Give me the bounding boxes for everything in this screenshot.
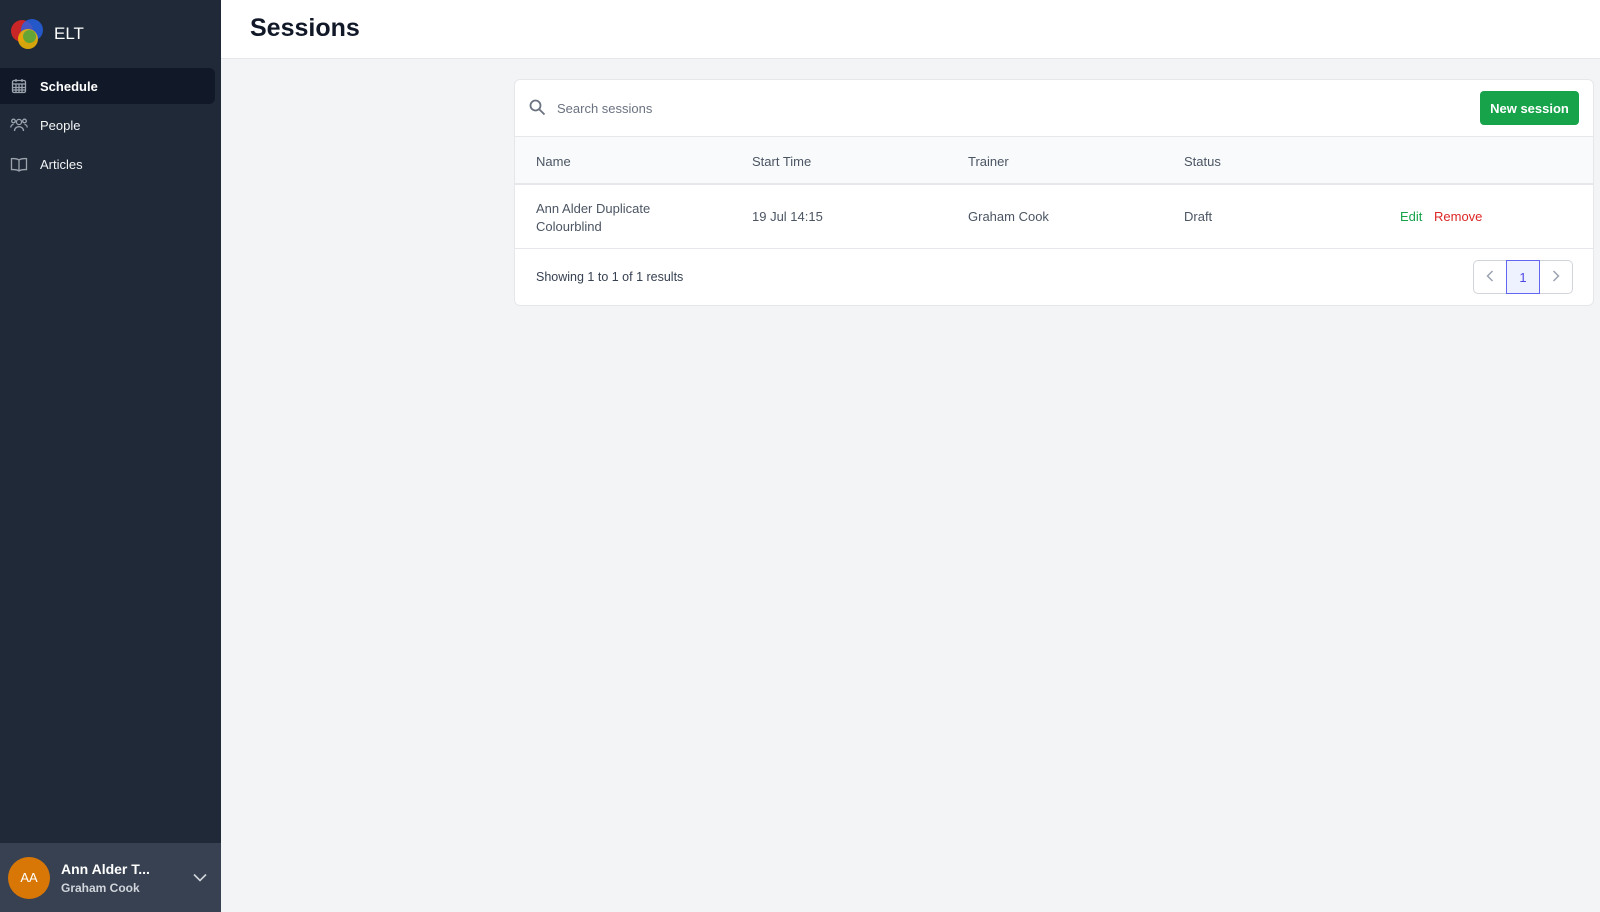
remove-link[interactable]: Remove xyxy=(1434,209,1482,224)
toolbar: New session xyxy=(515,80,1593,137)
session-name: Ann Alder Duplicate Colourblind xyxy=(536,201,651,234)
column-header-start-time[interactable]: Start Time xyxy=(752,154,811,169)
brand[interactable]: ELT xyxy=(10,18,84,50)
sessions-card: New session Name Start Time Trainer Stat… xyxy=(514,79,1594,306)
user-menu[interactable]: AA Ann Alder T... Graham Cook xyxy=(0,843,221,912)
user-subtitle: Graham Cook xyxy=(61,880,140,895)
edit-link[interactable]: Edit xyxy=(1400,209,1422,224)
session-trainer: Graham Cook xyxy=(968,209,1049,224)
chevron-left-icon xyxy=(1486,269,1494,285)
sidebar-item-schedule[interactable]: Schedule xyxy=(0,68,215,104)
page-button-current[interactable]: 1 xyxy=(1506,260,1540,294)
chevron-down-icon[interactable] xyxy=(193,869,207,887)
app-logo xyxy=(10,18,44,50)
sidebar: ELT Schedule People Articles AA Ann Alde… xyxy=(0,0,221,912)
sidebar-item-label: Schedule xyxy=(40,78,98,94)
page-title: Sessions xyxy=(250,14,360,42)
pagination: 1 xyxy=(1473,260,1573,294)
next-page-button[interactable] xyxy=(1539,260,1573,294)
column-header-trainer[interactable]: Trainer xyxy=(968,154,1009,169)
user-info: Ann Alder T... Graham Cook xyxy=(61,861,161,895)
calendar-icon xyxy=(10,77,28,95)
book-open-icon xyxy=(10,155,28,173)
table-footer: Showing 1 to 1 of 1 results 1 xyxy=(515,249,1593,305)
sidebar-item-people[interactable]: People xyxy=(0,107,215,143)
new-session-button[interactable]: New session xyxy=(1480,91,1579,125)
sidebar-nav: Schedule People Articles xyxy=(0,68,221,185)
search-icon xyxy=(529,99,546,121)
users-icon xyxy=(10,116,28,134)
avatar: AA xyxy=(8,856,50,899)
sidebar-item-articles[interactable]: Articles xyxy=(0,146,215,182)
results-summary: Showing 1 to 1 of 1 results xyxy=(536,270,684,284)
table-header: Name Start Time Trainer Status xyxy=(515,137,1593,185)
sidebar-item-label: Articles xyxy=(40,156,83,172)
chevron-right-icon xyxy=(1552,269,1560,285)
column-header-status[interactable]: Status xyxy=(1184,154,1221,169)
search-input[interactable] xyxy=(557,94,1057,122)
user-name: Ann Alder T... xyxy=(61,860,150,877)
app-name: ELT xyxy=(54,24,84,43)
table-row: Ann Alder Duplicate Colourblind 19 Jul 1… xyxy=(515,185,1593,249)
sidebar-item-label: People xyxy=(40,117,81,133)
session-status: Draft xyxy=(1184,209,1213,224)
previous-page-button[interactable] xyxy=(1473,260,1507,294)
column-header-name[interactable]: Name xyxy=(536,154,571,169)
page-header: Sessions xyxy=(221,0,1600,59)
session-start-time: 19 Jul 14:15 xyxy=(752,209,823,224)
